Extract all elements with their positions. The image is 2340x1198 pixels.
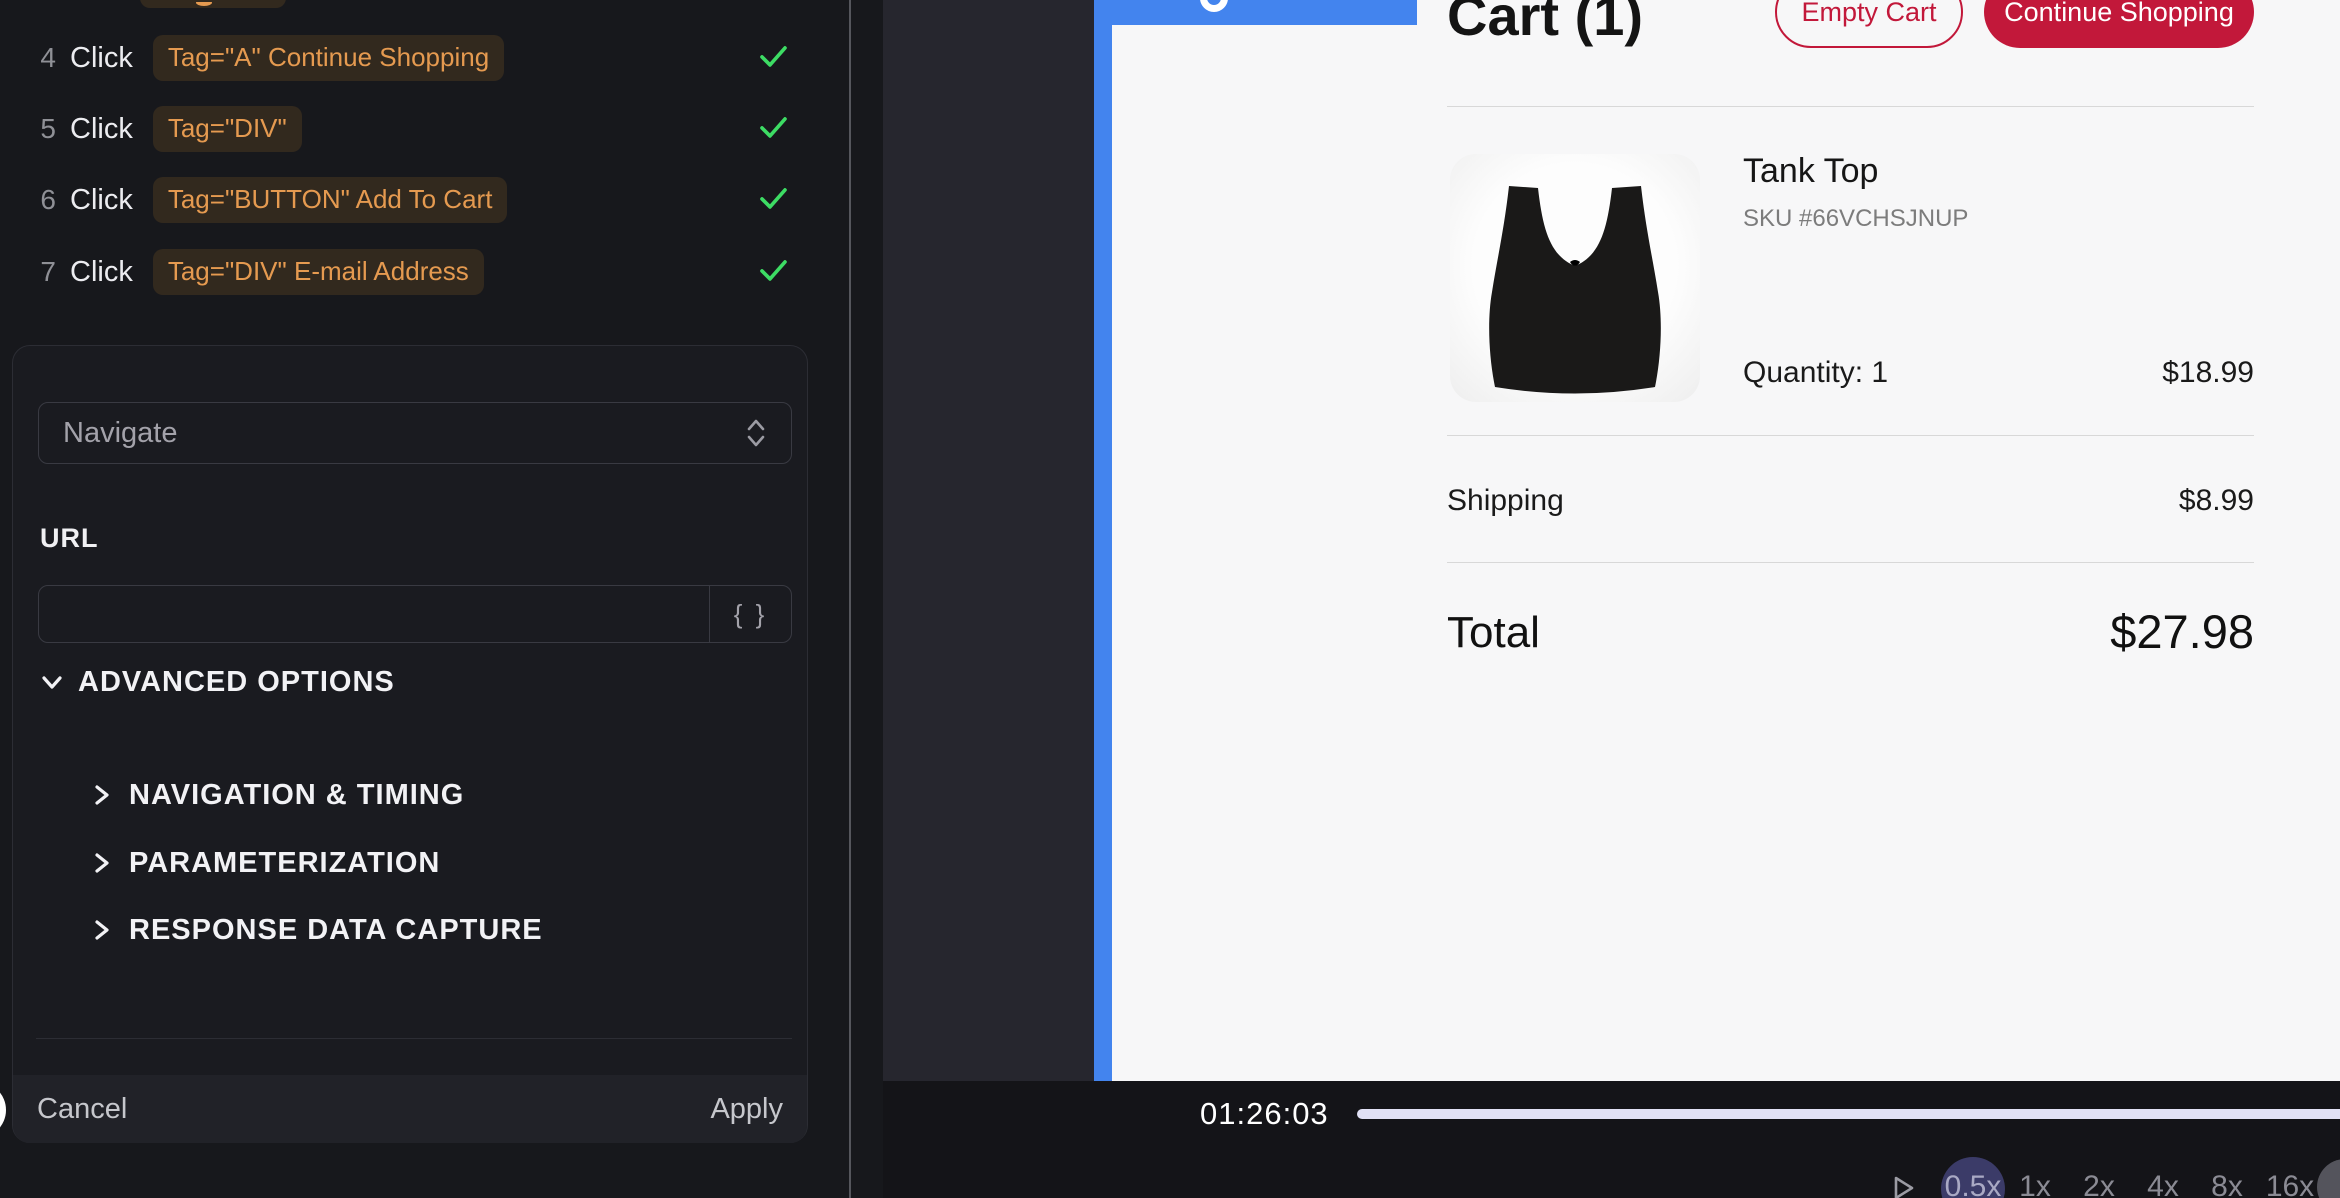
section-parameterization[interactable]: PARAMETERIZATION xyxy=(91,842,440,884)
chevron-right-icon xyxy=(91,849,113,877)
step-passed-icon xyxy=(756,181,790,215)
section-label: RESPONSE DATA CAPTURE xyxy=(129,914,543,947)
playback-progress-bar[interactable] xyxy=(1357,1109,2340,1119)
section-label: NAVIGATION & TIMING xyxy=(129,779,464,812)
player-extra-button[interactable] xyxy=(2317,1159,2340,1198)
cancel-button[interactable]: Cancel xyxy=(37,1093,127,1126)
step-row-5[interactable]: 5 Click Tag="DIV" xyxy=(0,107,820,151)
chevron-right-icon xyxy=(91,781,113,809)
advanced-options-toggle[interactable]: ADVANCED OPTIONS xyxy=(38,661,395,703)
step-action-label: Click xyxy=(70,113,133,146)
step-number: 5 xyxy=(32,113,56,145)
total-price: $27.98 xyxy=(2110,604,2254,659)
cart-page-screenshot: Cart (1) Empty Cart Continue Shopping Ta… xyxy=(1112,0,2340,1081)
playback-timestamp: 01:26:03 xyxy=(1200,1096,1329,1132)
section-label: PARAMETERIZATION xyxy=(129,847,440,880)
badge-text-fragment xyxy=(196,0,212,6)
divider xyxy=(1447,435,2254,436)
step-row-4[interactable]: 4 Click Tag="A" Continue Shopping xyxy=(0,36,820,80)
play-icon[interactable] xyxy=(1888,1173,1918,1198)
panel-resize-divider[interactable] xyxy=(849,0,851,1198)
step-passed-icon xyxy=(756,253,790,287)
step-row-7[interactable]: 7 Click Tag="DIV" E-mail Address xyxy=(0,250,820,294)
shipping-price: $8.99 xyxy=(2179,484,2254,518)
video-background xyxy=(883,0,1094,1081)
product-image-tank-top xyxy=(1450,154,1700,402)
site-header-strip xyxy=(1094,0,1417,25)
site-accent-bar xyxy=(1094,0,1112,1081)
total-label: Total xyxy=(1447,608,1540,658)
divider xyxy=(1447,562,2254,563)
product-quantity: Quantity: 1 xyxy=(1743,356,1888,390)
chevron-down-icon xyxy=(38,668,66,696)
url-field-group: { } xyxy=(38,585,792,643)
edge-collapsed-button[interactable] xyxy=(0,1082,6,1138)
continue-shopping-button[interactable]: Continue Shopping xyxy=(1984,0,2254,48)
select-chevrons-icon xyxy=(745,416,767,450)
section-response-data-capture[interactable]: RESPONSE DATA CAPTURE xyxy=(91,909,543,951)
step-selector-badge[interactable]: Tag="BUTTON" Add To Cart xyxy=(153,177,508,223)
step-number: 7 xyxy=(32,256,56,288)
step-passed-icon xyxy=(756,39,790,73)
advanced-options-label: ADVANCED OPTIONS xyxy=(78,666,395,699)
shipping-label: Shipping xyxy=(1447,484,1564,518)
divider xyxy=(1447,106,2254,107)
step-action-label: Click xyxy=(70,184,133,217)
tank-top-graphic xyxy=(1450,154,1700,402)
empty-cart-button[interactable]: Empty Cart xyxy=(1775,0,1963,48)
product-price: $18.99 xyxy=(2162,356,2254,390)
step-selector-badge[interactable]: Tag="DIV" E-mail Address xyxy=(153,249,484,295)
cart-title: Cart (1) xyxy=(1447,0,1643,48)
editor-footer: Cancel Apply xyxy=(13,1075,807,1143)
apply-button[interactable]: Apply xyxy=(710,1093,783,1126)
app-window: 4 Click Tag="A" Continue Shopping 5 Clic… xyxy=(0,0,2340,1198)
section-navigation-timing[interactable]: NAVIGATION & TIMING xyxy=(91,774,464,816)
insert-variable-button[interactable]: { } xyxy=(709,586,791,642)
step-editor-card: Navigate URL { } ADVANCED OPTIONS xyxy=(12,345,808,1143)
url-input[interactable] xyxy=(39,586,709,642)
step-passed-icon xyxy=(756,110,790,144)
step-number: 6 xyxy=(32,184,56,216)
step-selector-badge[interactable]: Tag="DIV" xyxy=(153,106,302,152)
action-type-value: Navigate xyxy=(63,417,745,450)
chevron-right-icon xyxy=(91,916,113,944)
step-row-6[interactable]: 6 Click Tag="BUTTON" Add To Cart xyxy=(0,178,820,222)
step-3-badge-partial xyxy=(140,0,286,8)
product-name: Tank Top xyxy=(1743,152,1878,191)
playback-bar: 01:26:03 0.5x 1x 2x 4x 8x 16x xyxy=(883,1081,2340,1198)
action-type-select[interactable]: Navigate xyxy=(38,402,792,464)
step-action-label: Click xyxy=(70,42,133,75)
test-steps-panel: 4 Click Tag="A" Continue Shopping 5 Clic… xyxy=(0,0,883,1198)
card-divider xyxy=(36,1038,792,1039)
step-number: 4 xyxy=(32,42,56,74)
step-selector-badge[interactable]: Tag="A" Continue Shopping xyxy=(153,35,504,81)
site-logo-icon xyxy=(1200,0,1228,12)
product-sku: SKU #66VCHSJNUP xyxy=(1743,205,1968,233)
url-field-label: URL xyxy=(40,523,99,554)
step-action-label: Click xyxy=(70,256,133,289)
